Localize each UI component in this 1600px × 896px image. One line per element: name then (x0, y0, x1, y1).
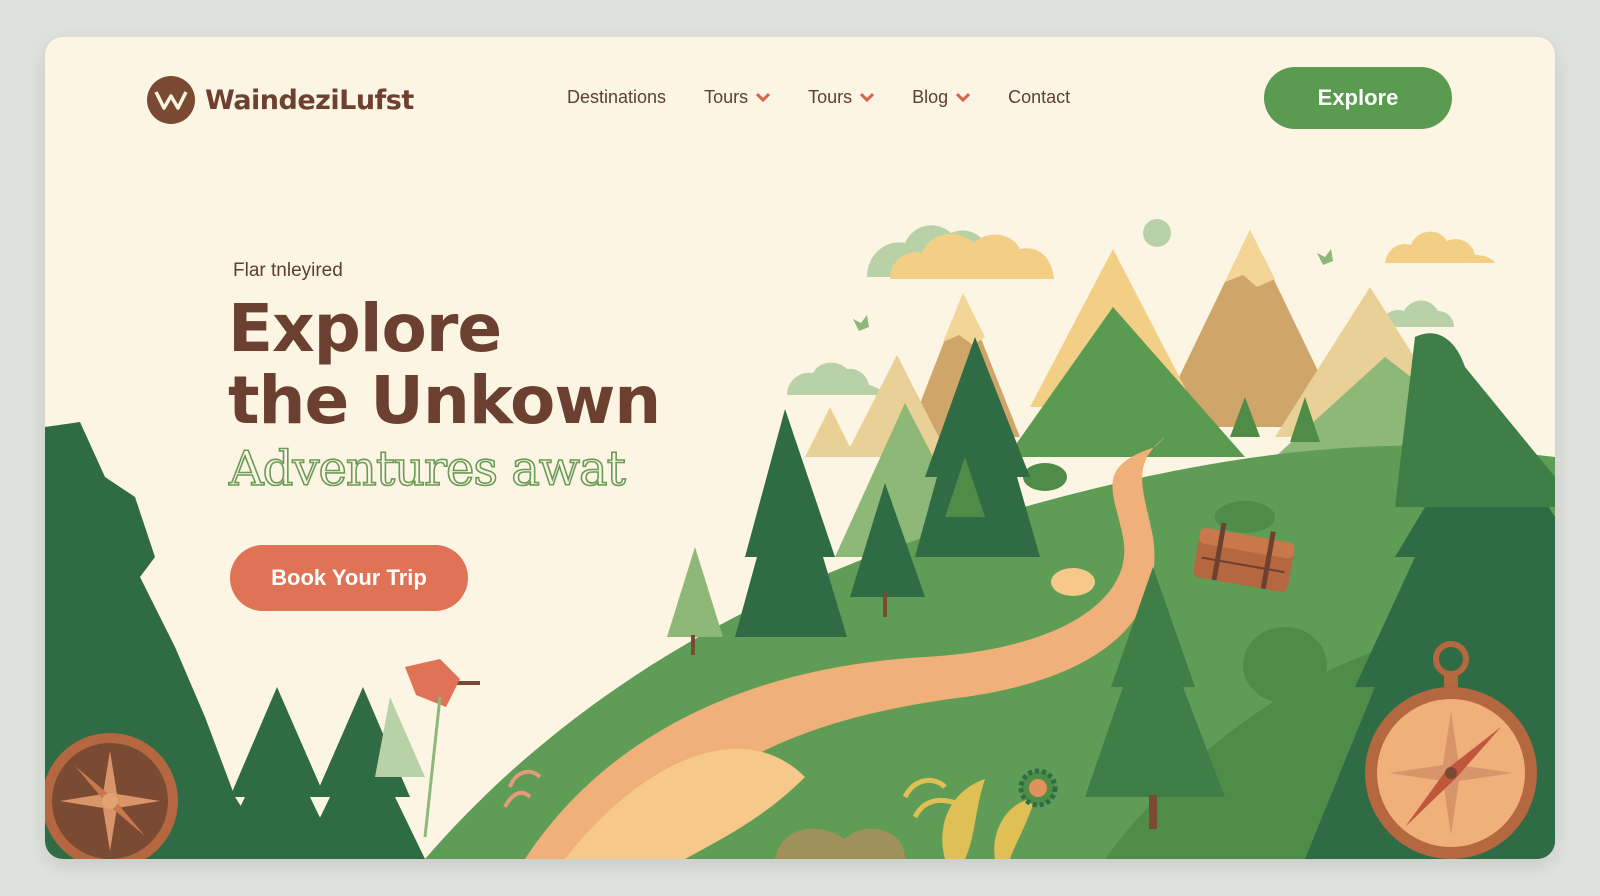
nav-item-label: Blog (912, 86, 949, 107)
nav-item-tours-2[interactable]: Tours (808, 86, 875, 108)
flag-icon (405, 659, 480, 838)
main-nav: Destinations Tours Tours Blog Contact (567, 82, 1108, 112)
compass-rose-icon (1018, 768, 1058, 808)
nav-item-label: Destinations (567, 86, 667, 107)
nav-item-label: Contact (1008, 86, 1071, 107)
headline-line-2: the Unkown (228, 362, 661, 439)
landing-page: WaindeziLufst Destinations Tours Tours B… (45, 37, 1555, 859)
headline-line-1: Explore (228, 290, 502, 367)
mountain-logo-icon (147, 76, 195, 124)
hero-tagline: Adventures awat (228, 440, 626, 498)
explore-button[interactable]: Explore (1264, 67, 1452, 129)
nav-item-contact[interactable]: Contact (1008, 87, 1070, 108)
nav-item-label: Tours (808, 86, 853, 107)
nav-item-destinations[interactable]: Destinations (567, 87, 666, 108)
brand-name: WaindeziLufst (205, 84, 414, 116)
nav-item-label: Tours (704, 86, 749, 107)
chevron-down-icon (956, 92, 971, 102)
nav-item-tours[interactable]: Tours (704, 86, 771, 108)
nav-item-blog[interactable]: Blog (912, 86, 971, 108)
book-trip-button[interactable]: Book Your Trip (230, 545, 468, 611)
brand-logo-link[interactable]: WaindeziLufst (147, 75, 414, 125)
chevron-down-icon (756, 92, 771, 102)
hero-headline: Explore the Unkown (228, 290, 661, 439)
chevron-down-icon (860, 92, 875, 102)
hero-eyebrow: Flar tnleyired (233, 260, 343, 281)
